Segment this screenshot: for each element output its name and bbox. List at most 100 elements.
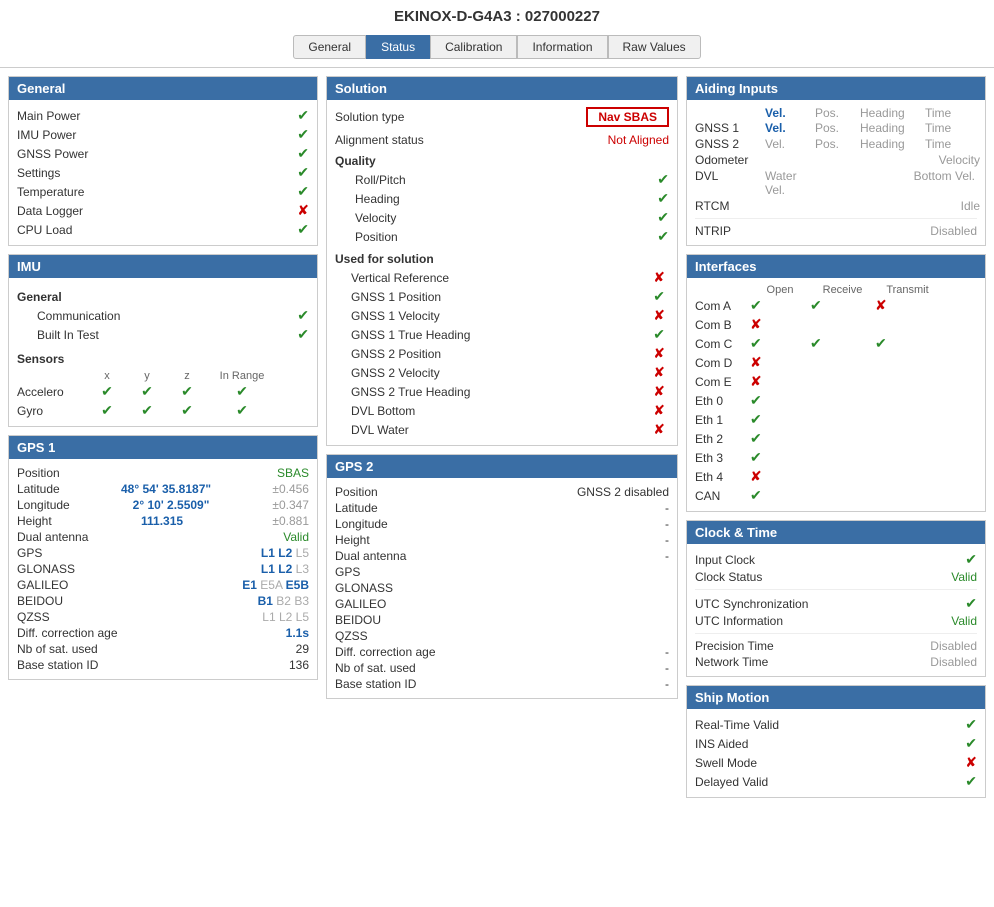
gnss2-heading-status: ✘ bbox=[653, 383, 665, 400]
interfaces-header: Interfaces bbox=[687, 255, 985, 278]
odometer-spacer bbox=[765, 153, 870, 167]
gps1-lon-label: Longitude bbox=[17, 498, 70, 512]
sensor-z-header: z bbox=[167, 370, 207, 382]
solution-type-value: Nav SBAS bbox=[586, 107, 669, 127]
utc-sync-value: ✔ bbox=[965, 595, 977, 612]
gnss1-vel-status: ✘ bbox=[653, 307, 665, 324]
gps1-galileo-label: GALILEO bbox=[17, 578, 68, 592]
gps1-glonass-value: L1 L2 L3 bbox=[261, 562, 309, 576]
gps2-galileo-label: GALILEO bbox=[335, 597, 386, 611]
list-item: BEIDOU bbox=[335, 612, 669, 628]
list-item: Accelero ✔ ✔ ✔ ✔ bbox=[17, 382, 309, 401]
list-item: Eth 1 ✔ bbox=[695, 410, 977, 429]
tab-general[interactable]: General bbox=[293, 35, 366, 59]
list-item: Latitude - bbox=[335, 500, 669, 516]
odometer-label: Odometer bbox=[695, 153, 765, 167]
gps2-lat-label: Latitude bbox=[335, 501, 378, 515]
list-item: Swell Mode ✘ bbox=[695, 753, 977, 772]
gnss1-heading: Heading bbox=[860, 121, 925, 135]
gps1-height-err: ±0.881 bbox=[272, 514, 309, 528]
vert-ref-status: ✘ bbox=[653, 269, 665, 286]
list-item: GLONASS bbox=[335, 580, 669, 596]
gnss2-pos-label: GNSS 2 Position bbox=[351, 347, 441, 361]
list-item: Built In Test ✔ bbox=[17, 325, 309, 344]
list-item: Eth 4 ✘ bbox=[695, 467, 977, 486]
used-for-solution-label: Used for solution bbox=[335, 252, 669, 266]
list-item: Eth 0 ✔ bbox=[695, 391, 977, 410]
gps1-header: GPS 1 bbox=[9, 436, 317, 459]
data-logger-status: ✘ bbox=[297, 202, 309, 219]
gps2-beidou-label: BEIDOU bbox=[335, 613, 381, 627]
list-item: Input Clock ✔ bbox=[695, 550, 977, 569]
velocity-quality-status: ✔ bbox=[657, 209, 669, 226]
list-item: GNSS 1 Position ✔ bbox=[335, 287, 669, 306]
list-item: GNSS Power ✔ bbox=[17, 144, 309, 163]
gps1-lon-err: ±0.347 bbox=[272, 498, 309, 512]
delayed-valid-label: Delayed Valid bbox=[695, 775, 768, 789]
dvl-label: DVL bbox=[695, 169, 765, 197]
comd-open: ✘ bbox=[750, 354, 810, 371]
gps1-nb-label: Nb of sat. used bbox=[17, 642, 98, 656]
gps2-nb-label: Nb of sat. used bbox=[335, 661, 416, 675]
tab-calibration[interactable]: Calibration bbox=[430, 35, 517, 59]
list-item: Dual antenna Valid bbox=[17, 529, 309, 545]
list-item: Precision Time Disabled bbox=[695, 638, 977, 654]
general-body: Main Power ✔ IMU Power ✔ GNSS Power ✔ Se… bbox=[9, 100, 317, 245]
tab-information[interactable]: Information bbox=[517, 35, 607, 59]
comc-receive: ✔ bbox=[810, 335, 875, 352]
dvl-bottom-status: ✘ bbox=[653, 402, 665, 419]
position-quality-status: ✔ bbox=[657, 228, 669, 245]
eth1-open: ✔ bbox=[750, 411, 810, 428]
gps2-body: Position GNSS 2 disabled Latitude - Long… bbox=[327, 478, 677, 698]
list-item: Roll/Pitch ✔ bbox=[355, 170, 669, 189]
precision-time-label: Precision Time bbox=[695, 639, 774, 653]
list-item: CAN ✔ bbox=[695, 486, 977, 505]
settings-label: Settings bbox=[17, 166, 60, 180]
tab-raw-values[interactable]: Raw Values bbox=[608, 35, 701, 59]
list-item: UTC Information Valid bbox=[695, 613, 977, 629]
ship-panel: Ship Motion Real-Time Valid ✔ INS Aided … bbox=[686, 685, 986, 798]
list-item: GNSS 2 Position ✘ bbox=[335, 344, 669, 363]
accelero-z: ✔ bbox=[167, 383, 207, 400]
clock-header: Clock & Time bbox=[687, 521, 985, 544]
gps2-diff-value: - bbox=[665, 645, 669, 659]
list-item: Main Power ✔ bbox=[17, 106, 309, 125]
gnss2-aid-label: GNSS 2 bbox=[695, 137, 765, 151]
gnss2-heading-label: GNSS 2 True Heading bbox=[351, 385, 470, 399]
list-item: RTCM Idle bbox=[695, 198, 977, 214]
coma-open: ✔ bbox=[750, 297, 810, 314]
list-item: Height - bbox=[335, 532, 669, 548]
odometer-velocity: Velocity bbox=[870, 153, 980, 167]
gyro-z: ✔ bbox=[167, 402, 207, 419]
eth1-label: Eth 1 bbox=[695, 413, 750, 427]
list-item: DVL Water Vel. Bottom Vel. bbox=[695, 168, 977, 198]
divider bbox=[695, 633, 977, 634]
solution-header: Solution bbox=[327, 77, 677, 100]
list-item: BEIDOU B1 B2 B3 bbox=[17, 593, 309, 609]
list-item: Longitude - bbox=[335, 516, 669, 532]
comc-label: Com C bbox=[695, 337, 750, 351]
coma-label: Com A bbox=[695, 299, 750, 313]
gps1-lat-value: 48° 54' 35.8187" bbox=[121, 482, 211, 496]
gnss1-vel: Vel. bbox=[765, 121, 815, 135]
comc-transmit: ✔ bbox=[875, 335, 940, 352]
aiding-heading-header: Heading bbox=[860, 106, 925, 120]
list-item: Base station ID 136 bbox=[17, 657, 309, 673]
input-clock-label: Input Clock bbox=[695, 553, 755, 567]
list-item: GNSS 1 Vel. Pos. Heading Time bbox=[695, 120, 977, 136]
tab-status[interactable]: Status bbox=[366, 35, 430, 59]
iface-col0 bbox=[695, 284, 750, 296]
list-item: Gyro ✔ ✔ ✔ ✔ bbox=[17, 401, 309, 420]
list-item: Nb of sat. used - bbox=[335, 660, 669, 676]
gps2-nb-value: - bbox=[665, 661, 669, 675]
gps2-dual-value: - bbox=[665, 549, 669, 563]
list-item: Real-Time Valid ✔ bbox=[695, 715, 977, 734]
gps1-beidou-label: BEIDOU bbox=[17, 594, 63, 608]
dvl-water-vel: Water Vel. bbox=[765, 169, 815, 197]
utc-info-value: Valid bbox=[951, 614, 977, 628]
gnss1-aid-label: GNSS 1 bbox=[695, 121, 765, 135]
imu-general-label: General bbox=[17, 290, 309, 304]
accelero-label: Accelero bbox=[17, 385, 87, 399]
list-item: GNSS 1 True Heading ✔ bbox=[335, 325, 669, 344]
list-item: GNSS 2 Velocity ✘ bbox=[335, 363, 669, 382]
